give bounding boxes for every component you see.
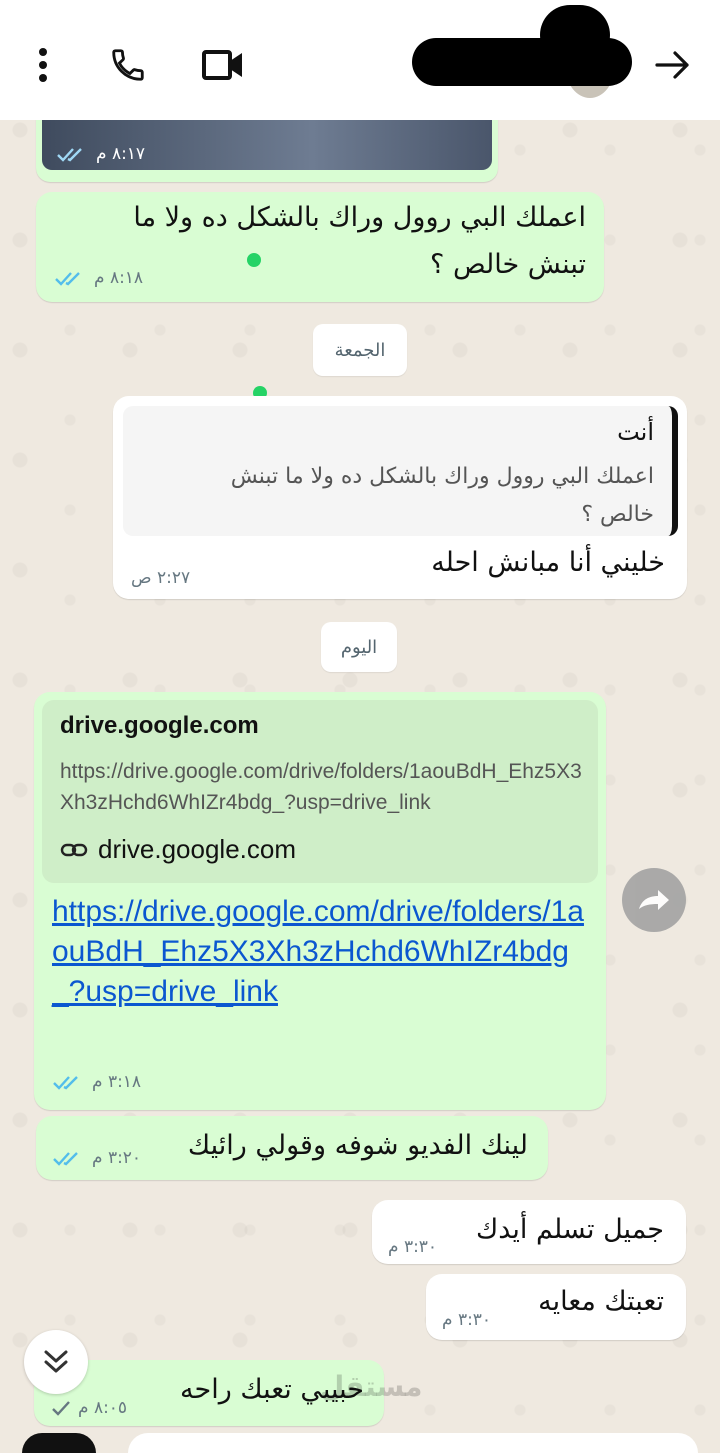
message-meta: ٨:٠٥ م — [50, 1398, 127, 1418]
message-meta: ٣:١٨ م — [52, 1072, 141, 1092]
link-message[interactable]: drive.google.com https://drive.google.co… — [34, 692, 606, 1110]
quoted-message[interactable]: أنت اعملك البي روول وراك بالشكل ده ولا م… — [123, 406, 678, 536]
preview-domain-row: drive.google.com — [60, 834, 296, 865]
message-meta: ٣:٢٠ م — [52, 1148, 141, 1168]
incoming-message[interactable]: تعبتك معايه ٣:٣٠ م — [426, 1274, 686, 1340]
arrow-forward-icon[interactable] — [648, 40, 698, 90]
message-meta: ٨:١٧ م — [56, 144, 145, 164]
message-meta: ٢:٢٧ ص — [131, 568, 190, 588]
message-text: خليني أنا مبانش احله — [431, 547, 665, 578]
chat-header — [0, 0, 720, 120]
status-dot — [247, 253, 261, 267]
preview-description: https://drive.google.com/drive/folders/1… — [60, 760, 582, 814]
forward-button[interactable] — [622, 868, 686, 932]
message-time: ٣:٣٠ م — [388, 1237, 438, 1257]
message-input-edge[interactable] — [128, 1433, 698, 1453]
incoming-message[interactable]: أنت اعملك البي روول وراك بالشكل ده ولا م… — [113, 396, 687, 599]
mic-button-edge[interactable] — [22, 1433, 96, 1453]
double-check-icon — [57, 148, 82, 162]
message-time: ٣:٣٠ م — [442, 1310, 492, 1330]
quote-author: أنت — [617, 418, 654, 446]
quote-text: اعملك البي روول وراك بالشكل ده ولا ما تب… — [230, 464, 654, 527]
link-icon — [60, 843, 88, 856]
outgoing-message[interactable]: لينك الفديو شوفه وقولي رائيك ٣:٢٠ م — [36, 1116, 548, 1180]
message-time: ٢:٢٧ ص — [131, 568, 191, 588]
outgoing-message[interactable]: اعملك البي روول وراك بالشكل ده ولا ما تب… — [36, 192, 604, 302]
image-message[interactable]: ٨:١٧ م — [36, 110, 498, 182]
message-text: تعبتك معايه — [538, 1286, 664, 1317]
message-time: ٣:٢٠ م — [92, 1148, 142, 1168]
forward-icon — [639, 890, 669, 910]
watermark-logo: مستقل — [320, 1370, 423, 1403]
double-check-icon — [55, 272, 80, 286]
date-separator: اليوم — [321, 622, 397, 672]
single-check-icon — [52, 1401, 70, 1416]
message-time: ٨:١٧ م — [96, 144, 146, 164]
preview-title: drive.google.com — [60, 712, 259, 739]
scroll-to-bottom-button[interactable] — [24, 1330, 88, 1394]
message-text: جميل تسلم أيدك — [475, 1214, 664, 1245]
message-link[interactable]: https://drive.google.com/drive/folders/1… — [52, 892, 592, 1012]
message-time: ٨:٠٥ م — [78, 1398, 128, 1418]
double-chevron-down-icon — [44, 1350, 68, 1373]
message-meta: ٣:٣٠ م — [442, 1310, 491, 1330]
message-text: لينك الفديو شوفه وقولي رائيك — [187, 1130, 528, 1161]
double-check-icon — [53, 1152, 78, 1166]
double-check-icon — [53, 1076, 78, 1090]
link-preview[interactable]: drive.google.com https://drive.google.co… — [42, 700, 598, 883]
message-text: اعملك البي روول وراك بالشكل ده ولا ما تب… — [133, 202, 586, 280]
contact-name-redacted[interactable] — [412, 38, 632, 86]
composer-edge — [0, 1431, 720, 1453]
incoming-message[interactable]: جميل تسلم أيدك ٣:٣٠ م — [372, 1200, 686, 1264]
message-time: ٣:١٨ م — [92, 1072, 142, 1092]
message-meta: ٨:١٨ م — [54, 268, 143, 288]
phone-icon[interactable] — [103, 40, 153, 90]
message-meta: ٣:٣٠ م — [388, 1237, 437, 1257]
video-camera-icon[interactable] — [198, 40, 248, 90]
message-time: ٨:١٨ م — [94, 268, 144, 288]
more-vert-icon[interactable] — [18, 40, 68, 90]
preview-domain: drive.google.com — [98, 834, 296, 864]
date-separator: الجمعة — [313, 324, 407, 376]
